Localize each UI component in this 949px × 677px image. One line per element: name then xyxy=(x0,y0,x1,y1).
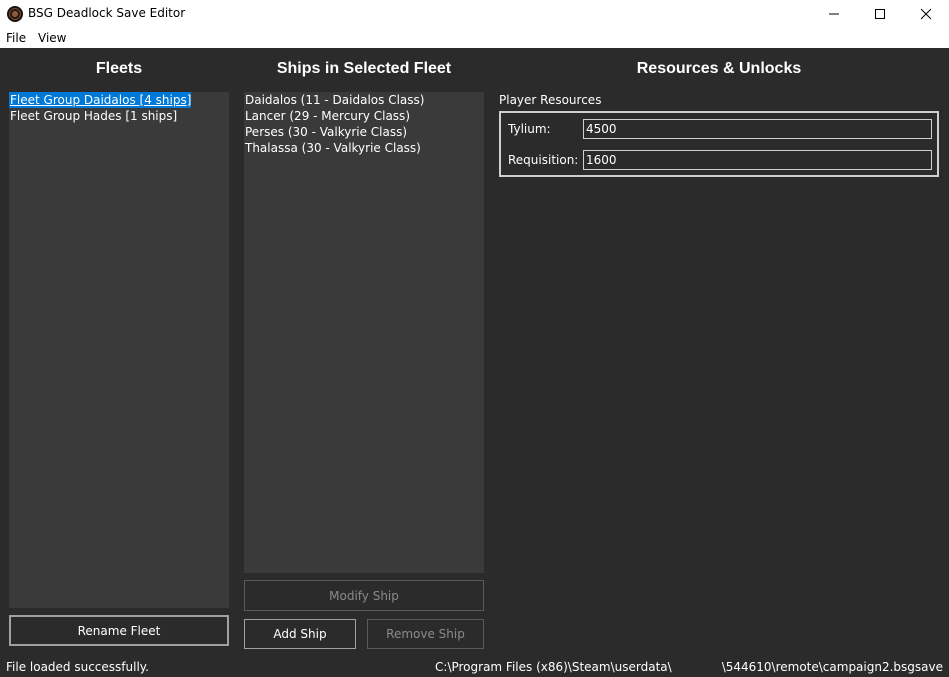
tylium-label: Tylium: xyxy=(508,122,551,136)
maximize-button[interactable] xyxy=(857,0,903,28)
requisition-input[interactable] xyxy=(582,149,933,171)
fleet-item-daidalos[interactable]: Fleet Group Daidalos [4 ships] xyxy=(9,92,192,108)
remove-ship-button[interactable]: Remove Ship xyxy=(367,619,484,649)
resources-heading: Resources & Unlocks xyxy=(636,60,802,77)
menu-bar: File View xyxy=(0,28,949,48)
redacted-user-id xyxy=(671,661,722,674)
fleet-item-hades[interactable]: Fleet Group Hades [1 ships] xyxy=(9,108,177,124)
minimize-button[interactable] xyxy=(811,0,857,28)
fleets-heading: Fleets xyxy=(95,60,143,77)
tylium-input[interactable] xyxy=(582,118,933,140)
title-bar: BSG Deadlock Save Editor xyxy=(0,0,949,28)
ship-item[interactable]: Thalassa (30 - Valkyrie Class) xyxy=(244,140,421,156)
player-resources-group: Tylium: Requisition: xyxy=(499,111,939,177)
requisition-label: Requisition: xyxy=(508,153,579,167)
file-path: C:\Program Files (x86)\Steam\userdata\ \5… xyxy=(435,660,943,674)
minimize-icon xyxy=(829,13,839,15)
close-icon xyxy=(920,8,932,20)
window-title: BSG Deadlock Save Editor xyxy=(28,6,186,20)
menu-view[interactable]: View xyxy=(38,31,66,45)
ship-item[interactable]: Lancer (29 - Mercury Class) xyxy=(244,108,410,124)
ships-heading: Ships in Selected Fleet xyxy=(276,60,452,77)
add-ship-button[interactable]: Add Ship xyxy=(244,619,356,649)
maximize-icon xyxy=(875,9,885,19)
close-button[interactable] xyxy=(903,0,949,28)
status-message: File loaded successfully. xyxy=(6,660,149,674)
ships-list[interactable]: Daidalos (11 - Daidalos Class) Lancer (2… xyxy=(244,92,484,573)
file-path-prefix: C:\Program Files (x86)\Steam\userdata\ xyxy=(435,660,672,674)
fleets-list[interactable]: Fleet Group Daidalos [4 ships] Fleet Gro… xyxy=(9,92,229,608)
rename-fleet-button[interactable]: Rename Fleet xyxy=(9,615,229,646)
ship-item[interactable]: Perses (30 - Valkyrie Class) xyxy=(244,124,407,140)
modify-ship-button[interactable]: Modify Ship xyxy=(244,580,484,611)
menu-file[interactable]: File xyxy=(6,31,26,45)
file-path-suffix: \544610\remote\campaign2.bsgsave xyxy=(721,660,943,674)
player-resources-label: Player Resources xyxy=(499,93,602,107)
app-logo-icon xyxy=(7,6,23,22)
ship-item[interactable]: Daidalos (11 - Daidalos Class) xyxy=(244,92,424,108)
